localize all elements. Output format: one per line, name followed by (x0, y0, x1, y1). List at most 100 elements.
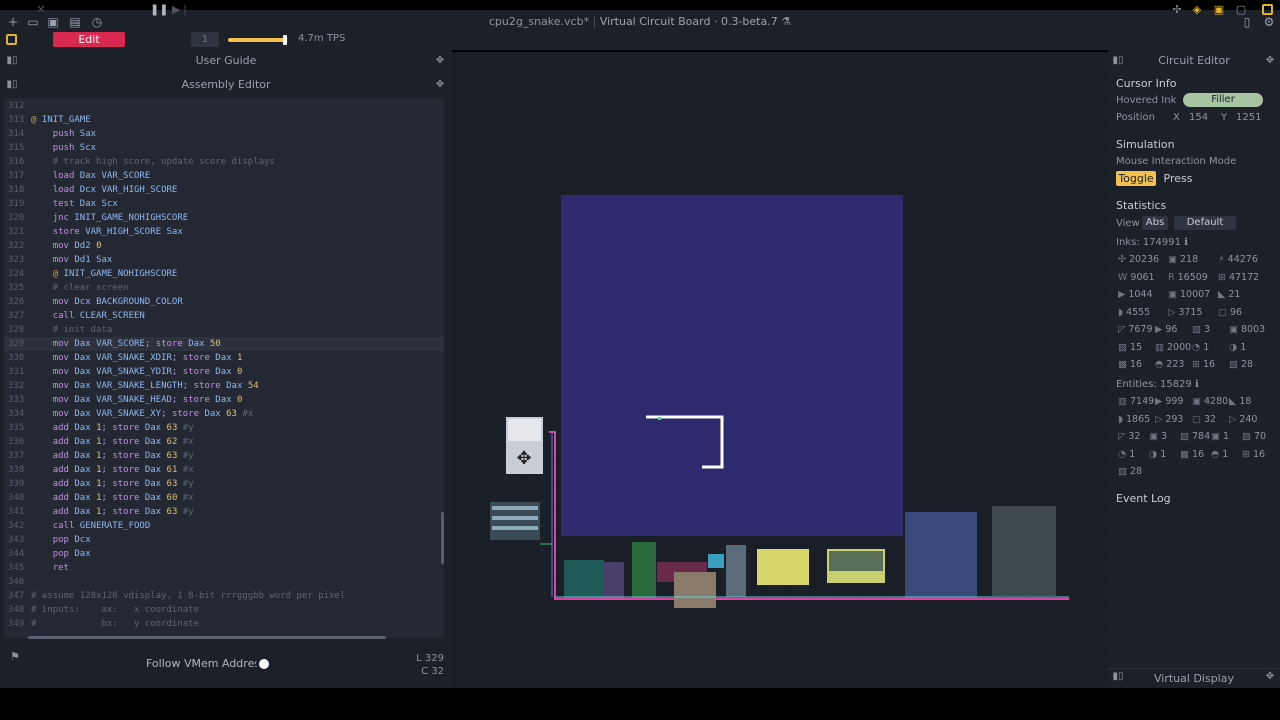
default-view-button[interactable]: Default (1174, 216, 1236, 230)
code-line[interactable]: 323 mov Dd1 Sax (4, 253, 444, 267)
code-line[interactable]: 337 add Dax 1; store Dax 63 #y (4, 449, 444, 463)
code-line[interactable]: 319 test Dax Scx (4, 197, 444, 211)
stat-value: 16 (1191, 448, 1205, 460)
circuit-editor-title: Circuit Editor (1158, 54, 1230, 67)
code-line[interactable]: 347 # assume 128x128 vdisplay, 1 8-bit rr… (4, 589, 444, 603)
code-line[interactable]: 333 mov Dax VAR_SNAKE_HEAD; store Dax 0 (4, 393, 444, 407)
code-line[interactable]: 325 # clear screen (4, 281, 444, 295)
code-line[interactable]: 317 load Dax VAR_SCORE (4, 169, 444, 183)
code-line[interactable]: 348 # inputs: ax: x coordinate (4, 603, 444, 617)
vertical-scrollbar[interactable] (441, 512, 444, 564)
stat-value: 999 (1165, 396, 1184, 407)
edit-mode-button[interactable]: Edit (53, 32, 125, 47)
bookmark-icon[interactable]: ⚑ (10, 650, 20, 663)
line-code: pop Dcx (52, 535, 91, 545)
layers-icon[interactable]: ◈ (1190, 3, 1204, 17)
code-line[interactable]: 328 # init data (4, 323, 444, 337)
code-line[interactable]: 320 jnc INIT_GAME_NOHIGHSCORE (4, 211, 444, 225)
stat-value: 4280 (1203, 396, 1229, 407)
circuit-editor-header[interactable]: ▮▯ Circuit Editor ✥ (1108, 50, 1280, 72)
code-line[interactable]: 326 mov Dcx BACKGROUND_COLOR (4, 295, 444, 309)
ink-type-icon: ◑ (1149, 448, 1158, 460)
code-line[interactable]: 315 push Scx (4, 141, 444, 155)
follow-vmem-knob[interactable] (259, 659, 269, 669)
book-icon[interactable]: ▯ (1240, 15, 1254, 29)
press-mode-button[interactable]: Press (1162, 171, 1194, 186)
stat-item: ▧ 15 (1118, 342, 1142, 353)
component-icon[interactable]: ▣ (1212, 3, 1226, 17)
step-icon[interactable]: ▶❘ (172, 3, 190, 17)
ink-type-icon: ▩ (1118, 359, 1127, 370)
panel-toggle-icon[interactable] (1262, 4, 1273, 15)
code-line[interactable]: 342 call GENERATE_FOOD (4, 519, 444, 533)
code-line[interactable]: 314 push Sax (4, 127, 444, 141)
ink-type-icon: ⚡ (1218, 254, 1225, 265)
code-line[interactable]: 339 add Dax 1; store Dax 63 #y (4, 477, 444, 491)
step-count[interactable]: 1 (191, 32, 219, 47)
code-line[interactable]: 335 add Dax 1; store Dax 63 #y (4, 421, 444, 435)
code-line[interactable]: 313 @ INIT_GAME (4, 113, 444, 127)
code-line[interactable]: 345 ret (4, 561, 444, 575)
abs-view-button[interactable]: Abs (1142, 216, 1168, 230)
code-line[interactable]: 321 store VAR_HIGH_SCORE Sax (4, 225, 444, 239)
mode-icon[interactable] (6, 34, 17, 45)
gear-icon[interactable]: ⚙ (1262, 15, 1276, 29)
code-line[interactable]: 330 mov Dax VAR_SNAKE_XDIR; store Dax 1 (4, 351, 444, 365)
stat-item: ◸ 7679 (1118, 324, 1153, 335)
code-line[interactable]: 344 pop Dax (4, 547, 444, 561)
code-line[interactable]: 343 pop Dcx (4, 533, 444, 547)
code-line[interactable]: 332 mov Dax VAR_SNAKE_LENGTH; store Dax … (4, 379, 444, 393)
code-line[interactable]: 329 mov Dax VAR_SCORE; store Dax 50 (4, 337, 444, 351)
panel-icon[interactable]: ▮▯ (6, 50, 18, 72)
user-guide-header[interactable]: ▮▯ User Guide ✥ (0, 50, 452, 72)
drag-handle-icon[interactable]: ✥ (434, 74, 446, 96)
stat-value: 7679 (1128, 324, 1153, 335)
code-line[interactable]: 336 add Dax 1; store Dax 62 #x (4, 435, 444, 449)
view-label: View (1116, 218, 1140, 229)
stat-item: ▣ 218 (1168, 254, 1198, 265)
code-line[interactable]: 331 mov Dax VAR_SNAKE_YDIR; store Dax 0 (4, 365, 444, 379)
code-line[interactable]: 312 (4, 99, 444, 113)
ink-type-icon: W (1118, 271, 1128, 283)
line-number: 314 (8, 129, 25, 139)
export-icon[interactable]: ▢ (1234, 3, 1248, 17)
drag-handle-icon[interactable]: ✥ (1264, 671, 1276, 682)
ink-type-icon: ◣ (1218, 289, 1226, 300)
ink-type-icon: ▶ (1155, 324, 1163, 335)
code-line[interactable]: 334 mov Dax VAR_SNAKE_XY; store Dax 63 #… (4, 407, 444, 421)
code-line[interactable]: 341 add Dax 1; store Dax 63 #y (4, 505, 444, 519)
drag-handle-icon[interactable]: ✥ (434, 50, 446, 72)
entities-count-text: Entities: 15829 (1116, 379, 1192, 390)
circuit-canvas[interactable]: ✥ (452, 52, 1108, 688)
ink-type-icon: ▣ (1149, 431, 1158, 442)
code-line[interactable]: 346 (4, 575, 444, 589)
code-line[interactable]: 318 load Dcx VAR_HIGH_SCORE (4, 183, 444, 197)
line-code: # track high score, update score display… (31, 157, 275, 167)
stat-value: 3 (1203, 324, 1211, 335)
line-number: 335 (8, 423, 25, 433)
ink-type-icon: ▢ (1218, 306, 1227, 318)
food-pixel (658, 417, 661, 420)
drag-handle-icon[interactable]: ✥ (1264, 50, 1276, 72)
horizontal-scrollbar[interactable] (28, 636, 386, 639)
code-line[interactable]: 338 add Dax 1; store Dax 61 #x (4, 463, 444, 477)
speed-slider[interactable] (228, 35, 288, 45)
line-code: test Dax Scx (52, 199, 118, 209)
assembly-editor-header[interactable]: ▮▯ Assembly Editor ✥ (0, 74, 452, 96)
panel-icon[interactable]: ▮▯ (1112, 50, 1124, 72)
panel-icon[interactable]: ▮▯ (6, 74, 18, 96)
mouse-mode-label: Mouse Interaction Mode (1116, 156, 1237, 167)
code-line[interactable]: 349 # bx: y coordinate (4, 617, 444, 631)
speed-slider-thumb[interactable] (283, 35, 287, 45)
virtual-display-header[interactable]: ▮▯ Virtual Display ✥ (1108, 668, 1280, 688)
code-line[interactable]: 322 mov Dd2 0 (4, 239, 444, 253)
stat-value: 10007 (1179, 289, 1211, 300)
pin-icon[interactable]: ✢ (1170, 3, 1184, 17)
code-line[interactable]: 327 call CLEAR_SCREEN (4, 309, 444, 323)
code-editor[interactable]: 312 313 @ INIT_GAME 314 push Sax 315 push Sc… (4, 98, 444, 638)
pause-icon[interactable]: ❚❚ (150, 3, 168, 17)
code-line[interactable]: 316 # track high score, update score dis… (4, 155, 444, 169)
code-line[interactable]: 340 add Dax 1; store Dax 60 #x (4, 491, 444, 505)
code-line[interactable]: 324 @ INIT_GAME_NOHIGHSCORE (4, 267, 444, 281)
toggle-mode-button[interactable]: Toggle (1116, 171, 1156, 186)
